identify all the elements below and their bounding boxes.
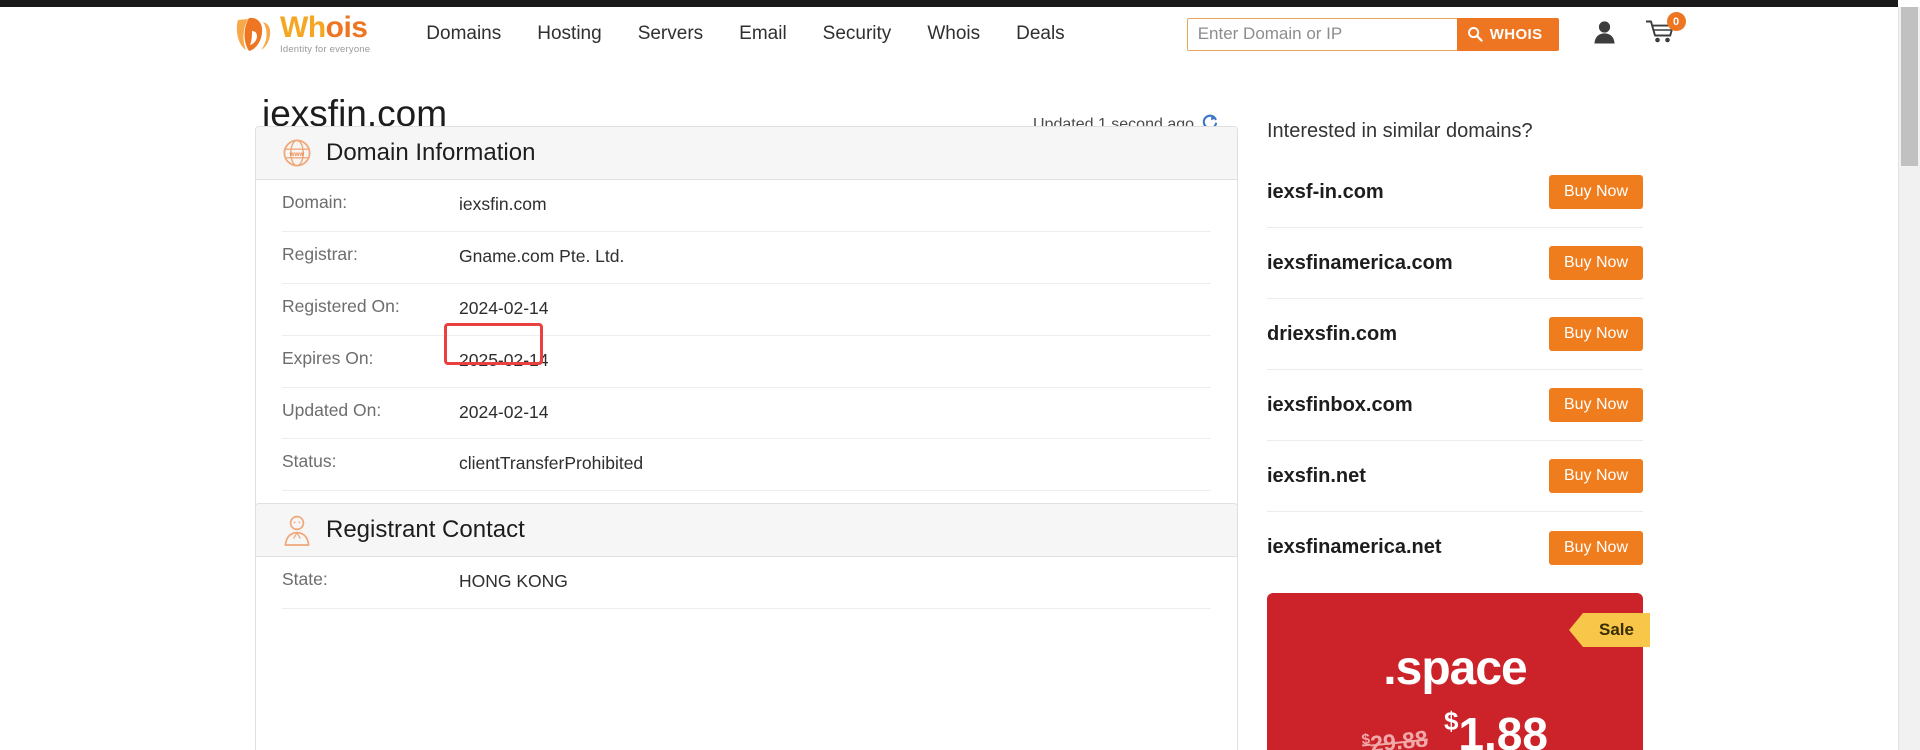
buy-now-button[interactable]: Buy Now <box>1548 530 1643 565</box>
row-key: State: <box>282 569 328 589</box>
cart-button[interactable]: 0 <box>1645 12 1686 49</box>
domain-name[interactable]: iexsfinamerica.com <box>1267 252 1453 275</box>
promo-tld-label: .space <box>1383 642 1527 695</box>
row-value: HONG KONG <box>459 571 568 591</box>
row-value: Gname.com Pte. Ltd. <box>459 245 625 266</box>
list-item: iexsfin.net Buy Now <box>1267 441 1643 512</box>
table-row-registered-on: Registered On: 2024-02-14 <box>282 284 1211 336</box>
browser-viewport: Whois Identity for everyone Domains Host… <box>0 0 1920 750</box>
table-row <box>282 609 1211 634</box>
account-button[interactable] <box>1593 20 1616 49</box>
nav-item-deals[interactable]: Deals <box>998 19 1083 49</box>
row-key: Status: <box>282 451 337 472</box>
page-scrollbar[interactable]: ▲ <box>1898 7 1920 750</box>
row-value-registered-on: 2024-02-14 <box>459 297 549 318</box>
domain-information-header: www Domain Information <box>256 127 1237 180</box>
whois-button-label: WHOIS <box>1489 25 1543 43</box>
logo-word-part1: Wh <box>280 11 326 45</box>
nav-item-whois[interactable]: Whois <box>909 19 998 49</box>
user-icon <box>1593 20 1615 43</box>
site-header: Whois Identity for everyone Domains Host… <box>0 7 1898 61</box>
registrant-contact-header: Registrant Contact <box>256 504 1237 557</box>
list-item: driexsfin.com Buy Now <box>1267 299 1643 370</box>
cart-count-badge: 0 <box>1666 12 1686 31</box>
table-row: Registrar: Gname.com Pte. Ltd. <box>282 232 1211 284</box>
row-key: Updated On: <box>282 399 382 420</box>
promo-new-currency: $ <box>1443 706 1459 736</box>
similar-domains-title: Interested in similar domains? <box>1267 120 1533 142</box>
domain-name[interactable]: driexsfin.com <box>1267 323 1397 346</box>
domain-name[interactable]: iexsfin.net <box>1267 465 1366 488</box>
row-key: Domain: <box>282 192 348 212</box>
promo-banner[interactable]: Sale .space $29.88 $1.88 <box>1267 593 1650 750</box>
registrant-contact-body: State: HONG KONG <box>256 557 1237 634</box>
logo-wordmark: Whois <box>280 13 370 43</box>
search-input[interactable] <box>1186 17 1457 51</box>
table-row: Expires On: 2025-02-14 <box>282 336 1211 388</box>
header-search-zone: WHOIS 0 <box>1186 12 1686 51</box>
table-row: State: HONG KONG <box>282 557 1211 609</box>
row-key: Expires On: <box>282 347 374 368</box>
list-item: iexsfinbox.com Buy Now <box>1267 370 1643 441</box>
whois-search-button[interactable]: WHOIS <box>1456 17 1559 51</box>
list-item: iexsfinamerica.net Buy Now <box>1267 512 1643 583</box>
row-value: 2025-02-14 <box>459 349 549 370</box>
domain-information-title: Domain Information <box>326 139 536 166</box>
www-globe-icon: www <box>283 139 311 167</box>
scrollbar-thumb[interactable] <box>1901 7 1918 166</box>
row-key: Registrar: <box>282 243 358 264</box>
row-value: clientTransferProhibited <box>459 453 644 474</box>
list-item: iexsf-in.com Buy Now <box>1267 157 1643 228</box>
promo-new-amount: 1.88 <box>1458 708 1548 750</box>
nav-item-domains[interactable]: Domains <box>408 19 519 49</box>
table-row: Status: clientTransferProhibited <box>282 439 1211 492</box>
site-logo[interactable]: Whois Identity for everyone <box>232 13 370 55</box>
registrant-contact-card: Registrant Contact State: HONG KONG <box>255 503 1238 750</box>
nav-item-servers[interactable]: Servers <box>620 19 721 49</box>
svg-text:www: www <box>289 151 305 158</box>
similar-domains-sidebar: Interested in similar domains? iexsf-in.… <box>1267 120 1643 583</box>
buy-now-button[interactable]: Buy Now <box>1548 317 1643 351</box>
promo-old-amount: 29.88 <box>1369 725 1430 750</box>
nav-item-hosting[interactable]: Hosting <box>519 19 619 49</box>
logo-tagline: Identity for everyone <box>280 44 371 56</box>
buy-now-button[interactable]: Buy Now <box>1548 459 1643 493</box>
domain-name[interactable]: iexsfinamerica.net <box>1267 536 1442 559</box>
promo-old-price: $29.88 <box>1361 725 1429 750</box>
list-item: iexsfinamerica.com Buy Now <box>1267 228 1643 299</box>
nav-item-security[interactable]: Security <box>805 19 910 49</box>
domain-name[interactable]: iexsfinbox.com <box>1267 394 1413 417</box>
buy-now-button[interactable]: Buy Now <box>1548 175 1643 209</box>
buy-now-button[interactable]: Buy Now <box>1548 246 1643 280</box>
main-navigation: Domains Hosting Servers Email Security W… <box>408 19 1082 49</box>
table-row: Domain: iexsfin.com <box>282 180 1211 232</box>
domain-name[interactable]: iexsf-in.com <box>1267 181 1384 204</box>
registrant-contact-title: Registrant Contact <box>326 516 525 543</box>
row-value: iexsfin.com <box>459 194 547 214</box>
table-row: Updated On: 2024-02-14 <box>282 388 1211 440</box>
row-key: Registered On: <box>282 295 400 316</box>
promo-new-price: $1.88 <box>1444 706 1548 750</box>
nav-item-email[interactable]: Email <box>721 19 805 49</box>
row-value: 2024-02-14 <box>459 401 549 422</box>
person-contact-icon <box>284 515 310 546</box>
whois-swoosh-logo-icon <box>236 17 271 51</box>
logo-word-part2: ois <box>325 11 368 45</box>
search-icon <box>1467 27 1483 42</box>
buy-now-button[interactable]: Buy Now <box>1548 388 1643 422</box>
browser-top-strip <box>0 0 1898 7</box>
promo-price-group: $29.88 $1.88 <box>1267 706 1643 750</box>
